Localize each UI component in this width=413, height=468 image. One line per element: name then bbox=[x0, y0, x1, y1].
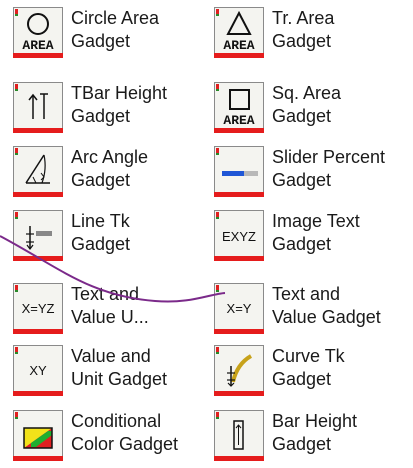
square-area-icon: AREA bbox=[214, 82, 264, 133]
circle-area-icon: AREA bbox=[13, 7, 63, 58]
gadget-label: Text and Value U... bbox=[71, 284, 149, 327]
gadget-label: Text and Value Gadget bbox=[272, 284, 381, 327]
svg-text:X=Y: X=Y bbox=[227, 301, 252, 316]
tbar-height-icon bbox=[13, 82, 63, 133]
gadget-label: Bar Height Gadget bbox=[272, 411, 358, 454]
value-unit-icon: XY bbox=[13, 345, 63, 396]
gadget-label: TBar Height Gadget bbox=[71, 83, 168, 126]
gadget-palette: AREA Circle Area Gadget AREA Tr. Area Gadg… bbox=[0, 0, 413, 468]
svg-text:AREA: AREA bbox=[22, 38, 53, 52]
curve-tk-icon bbox=[214, 345, 264, 396]
text-value-icon: X=Y bbox=[214, 283, 264, 334]
gadget-label: Curve Tk Gadget bbox=[272, 346, 345, 389]
image-text-icon: EXYZ bbox=[214, 210, 264, 261]
svg-text:EXYZ: EXYZ bbox=[222, 229, 256, 244]
gadget-label: Circle Area Gadget bbox=[71, 8, 160, 51]
gadget-label: Conditional Color Gadget bbox=[71, 411, 179, 454]
gadget-label: Image Text Gadget bbox=[272, 211, 360, 254]
triangle-area-icon: AREA bbox=[214, 7, 264, 58]
gadget-label: Value and Unit Gadget bbox=[71, 346, 168, 389]
line-tk-icon bbox=[13, 210, 63, 261]
text-value-unit-icon: X=YZ bbox=[13, 283, 63, 334]
gadget-label: Tr. Area Gadget bbox=[272, 8, 335, 51]
bar-height-icon bbox=[214, 410, 264, 461]
svg-text:AREA: AREA bbox=[223, 113, 254, 127]
conditional-color-icon bbox=[13, 410, 63, 461]
svg-text:X=YZ: X=YZ bbox=[22, 301, 55, 316]
gadget-label: Slider Percent Gadget bbox=[272, 147, 386, 190]
svg-text:XY: XY bbox=[29, 363, 47, 378]
slider-percent-icon bbox=[214, 146, 264, 197]
gadget-label: Arc Angle Gadget bbox=[71, 147, 149, 190]
arc-angle-icon bbox=[13, 146, 63, 197]
gadget-label: Sq. Area Gadget bbox=[272, 83, 342, 126]
gadget-label: Line Tk Gadget bbox=[71, 211, 131, 254]
svg-text:AREA: AREA bbox=[223, 38, 254, 52]
